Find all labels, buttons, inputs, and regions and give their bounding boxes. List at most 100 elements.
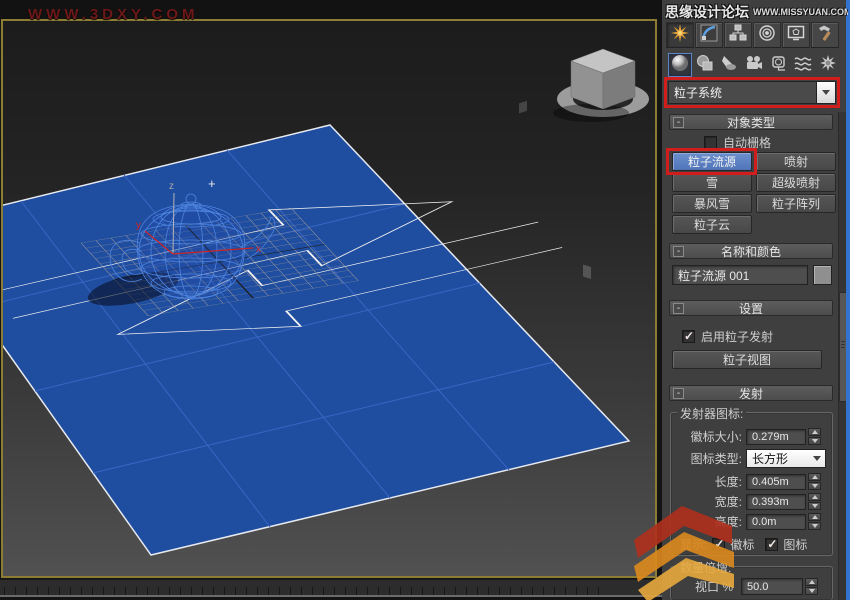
waves-icon <box>794 54 812 77</box>
track-bar-ticks <box>4 587 604 595</box>
object-color-swatch[interactable] <box>813 265 832 285</box>
helpers-category[interactable] <box>767 53 791 77</box>
rollout-name-color-header[interactable]: - 名称和颜色 <box>669 243 833 259</box>
dropdown-arrow-button[interactable] <box>816 82 835 103</box>
shapes-icon <box>696 54 714 77</box>
cameras-category[interactable] <box>742 53 766 77</box>
category-dropdown[interactable]: 粒子系统 <box>668 81 836 104</box>
autogrid-row: 自动栅格 <box>704 134 771 151</box>
collapse-icon[interactable]: - <box>673 246 684 257</box>
utilities-tab[interactable] <box>811 22 839 48</box>
spin-up-icon[interactable] <box>808 493 821 501</box>
camera-icon <box>745 54 763 77</box>
height-label: 高度: <box>676 513 742 530</box>
rollout-setup-header[interactable]: - 设置 <box>669 300 833 316</box>
spin-up-icon[interactable] <box>808 513 821 521</box>
systems-category[interactable] <box>816 53 840 77</box>
systems-gear-icon <box>819 54 837 77</box>
enable-emission-checkbox[interactable] <box>682 330 695 343</box>
axis-y-label: y <box>136 220 141 231</box>
spin-down-icon[interactable] <box>808 522 821 530</box>
rollout-title: 设置 <box>670 300 832 317</box>
length-row: 长度: 0.405m <box>676 473 832 490</box>
logo-size-field[interactable]: 0.279m <box>746 429 806 445</box>
icon-type-row: 图标类型: 长方形 <box>676 449 832 468</box>
panel-scrollbar[interactable] <box>838 112 846 600</box>
height-field[interactable]: 0.0m <box>746 514 806 530</box>
collapse-icon[interactable]: - <box>673 117 684 128</box>
hierarchy-icon <box>729 24 747 47</box>
icon-type-dropdown[interactable]: 长方形 <box>746 449 826 468</box>
plus-marker: + <box>208 176 216 191</box>
button-particle-array[interactable]: 粒子阵列 <box>756 194 836 213</box>
viewport-area: WWW.3DXY.COM <box>0 0 662 600</box>
width-spinner[interactable] <box>808 493 821 510</box>
create-tab[interactable] <box>666 22 694 48</box>
length-spinner[interactable] <box>808 473 821 490</box>
spin-down-icon[interactable] <box>808 437 821 445</box>
button-spray[interactable]: 喷射 <box>756 152 836 171</box>
button-blizzard[interactable]: 暴风雪 <box>672 194 752 213</box>
axis-z-label: z <box>169 181 174 192</box>
object-name-field[interactable]: 粒子流源 001 <box>672 265 808 285</box>
rollout-name-color: - 名称和颜色 <box>669 243 833 259</box>
autogrid-label: 自动栅格 <box>723 134 771 151</box>
rollout-emission: - 发射 <box>669 385 833 401</box>
rollout-emission-header[interactable]: - 发射 <box>669 385 833 401</box>
create-star-icon <box>671 24 689 47</box>
watermark-site-name: 思缘设计论坛 <box>665 2 749 22</box>
chevron-down-icon <box>822 90 830 95</box>
display-logo-label: 徽标 <box>730 536 754 553</box>
track-bar[interactable] <box>0 579 662 597</box>
icon-type-value: 长方形 <box>747 450 809 467</box>
button-snow[interactable]: 雪 <box>672 173 752 192</box>
button-super-spray[interactable]: 超级喷射 <box>756 173 836 192</box>
quantity-multiplier-label: 数量倍增: <box>677 559 734 576</box>
autogrid-checkbox[interactable] <box>704 136 717 149</box>
viewport-pct-label: 视口 % <box>695 578 733 595</box>
logo-size-spinner[interactable] <box>808 428 821 445</box>
command-panel-tabs <box>666 22 842 49</box>
height-row: 高度: 0.0m <box>676 513 832 530</box>
logo-size-label: 徽标大小: <box>676 428 742 445</box>
motion-icon <box>758 24 776 47</box>
icon-type-label: 图标类型: <box>676 450 742 467</box>
viewport-scene: z x y + <box>3 21 655 576</box>
cube-ring-logo <box>519 49 649 279</box>
display-logo-checkbox[interactable] <box>712 538 725 551</box>
spin-down-icon[interactable] <box>805 587 818 595</box>
spin-up-icon[interactable] <box>805 578 818 586</box>
modify-tab[interactable] <box>695 22 723 48</box>
collapse-icon[interactable]: - <box>673 303 684 314</box>
spin-up-icon[interactable] <box>808 473 821 481</box>
shapes-category[interactable] <box>693 53 717 77</box>
spin-up-icon[interactable] <box>808 428 821 436</box>
display-icon-checkbox[interactable] <box>765 538 778 551</box>
button-particle-cloud[interactable]: 粒子云 <box>672 215 752 234</box>
width-field[interactable]: 0.393m <box>746 494 806 510</box>
particle-view-button[interactable]: 粒子视图 <box>672 350 822 369</box>
sphere-icon <box>671 54 689 77</box>
spin-down-icon[interactable] <box>808 502 821 510</box>
hierarchy-tab[interactable] <box>724 22 752 48</box>
button-pf-source[interactable]: 粒子流源 <box>672 152 752 171</box>
rollout-object-type-header[interactable]: - 对象类型 <box>669 114 833 130</box>
space-warps-category[interactable] <box>792 53 816 77</box>
viewport-pct-spinner[interactable] <box>805 578 818 595</box>
enable-emission-label: 启用粒子发射 <box>701 328 773 345</box>
viewport-pct-field[interactable]: 50.0 <box>741 578 803 595</box>
geometry-category[interactable] <box>668 53 692 77</box>
height-spinner[interactable] <box>808 513 821 530</box>
rollout-setup: - 设置 <box>669 300 833 316</box>
viewport-pct-row: 视口 % 50.0 <box>695 578 835 595</box>
perspective-viewport[interactable]: z x y + <box>1 19 657 578</box>
collapse-icon[interactable]: - <box>673 388 684 399</box>
motion-tab[interactable] <box>753 22 781 48</box>
spin-down-icon[interactable] <box>808 482 821 490</box>
display-tab[interactable] <box>782 22 810 48</box>
lights-category[interactable] <box>717 53 741 77</box>
length-field[interactable]: 0.405m <box>746 474 806 490</box>
display-row: 显示: 徽标 图标 <box>680 536 807 553</box>
logo-size-row: 徽标大小: 0.279m <box>676 428 832 445</box>
width-row: 宽度: 0.393m <box>676 493 832 510</box>
